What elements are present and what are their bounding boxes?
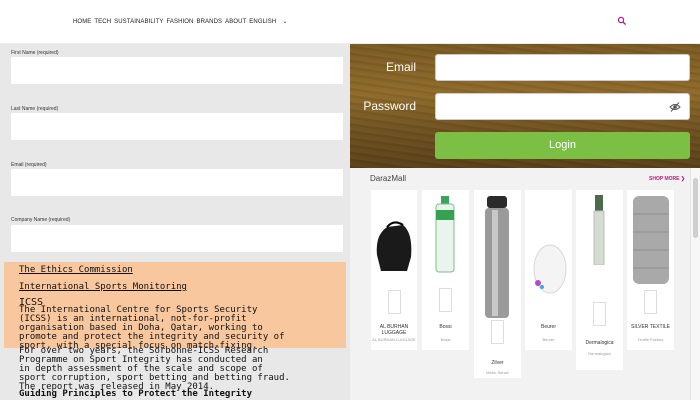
last-name-label: Last Name (required) <box>11 106 59 112</box>
last-name-field[interactable] <box>11 113 343 140</box>
product-card-beurer[interactable]: Beurer Beurer <box>525 190 572 350</box>
login-password-label: Password <box>363 99 416 113</box>
nav-item-brands[interactable]: BRANDS <box>197 19 223 25</box>
product-subtitle: Metro Sense <box>486 370 509 375</box>
icss-paragraph: The International Centre for Sports Secu… <box>19 305 285 351</box>
product-name: AL BURHAN LUGGAGE <box>379 324 409 336</box>
eye-slash-icon[interactable] <box>669 101 681 113</box>
nav-item-home[interactable]: HOME <box>73 19 91 25</box>
product-name: Bossi <box>439 324 452 330</box>
search-icon[interactable] <box>617 16 627 26</box>
product-name: Zilver <box>491 360 504 366</box>
chevron-down-icon[interactable]: ⌄ <box>282 18 287 25</box>
nav-item-english[interactable]: ENGLISH <box>249 19 276 25</box>
login-email-field[interactable] <box>435 54 690 81</box>
company-name-label: Company Name (required) <box>11 217 71 223</box>
ethics-commission-link[interactable]: The Ethics Commission <box>19 265 133 275</box>
product-card-bossi[interactable]: Bossi Bossi <box>422 190 469 350</box>
brand-logo <box>644 290 657 314</box>
brand-logo <box>439 288 452 312</box>
product-subtitle: Textile Factory <box>637 337 664 342</box>
serum-tube-image <box>593 195 605 265</box>
top-navigation: HOME TECH SUSTAINABILITY FASHION BRANDS … <box>0 0 700 44</box>
scroll-thumb[interactable] <box>693 178 698 238</box>
scrollbar[interactable] <box>690 168 700 400</box>
nav-item-sustainability[interactable]: SUSTAINABILITY <box>114 19 163 25</box>
first-name-field[interactable] <box>11 57 343 84</box>
login-button[interactable]: Login <box>435 132 690 159</box>
shop-more-link[interactable]: SHOP MORE ❯ <box>649 176 685 182</box>
login-email-label: Email <box>385 60 416 74</box>
first-name-label: First Name (required) <box>11 50 59 56</box>
product-card-zilver[interactable]: Zilver Metro Sense <box>474 190 521 378</box>
towels-image <box>633 196 669 284</box>
water-bottle-image <box>435 196 455 273</box>
product-card-al-burhan[interactable]: AL BURHAN LUGGAGE AL BURHAN LUGGAGE <box>371 190 417 350</box>
email-field[interactable] <box>11 169 343 196</box>
device-image <box>533 244 567 294</box>
brand-logo <box>491 320 504 344</box>
brand-logo <box>388 290 401 314</box>
product-card-silver-textile[interactable]: SILVER TEXTILE Textile Factory <box>627 190 674 350</box>
flask-image <box>485 196 509 318</box>
product-subtitle: Dermalogica <box>588 351 611 356</box>
page: HOME TECH SUSTAINABILITY FASHION BRANDS … <box>0 0 700 400</box>
guiding-principles-heading: Guiding Principles to Protect the Integr… <box>19 389 252 399</box>
product-name: Dermalogica <box>585 340 614 346</box>
login-password-field[interactable] <box>435 93 690 120</box>
product-name: Beurer <box>540 324 556 330</box>
product-subtitle: Beurer <box>542 337 555 342</box>
sports-monitoring-link[interactable]: International Sports Monitoring <box>19 282 187 292</box>
nav-item-fashion[interactable]: FASHION <box>166 19 193 25</box>
research-paragraph: For over two years, the Sorbonne-ICSS Re… <box>19 346 290 392</box>
product-name: SILVER TEXTILE <box>631 324 670 330</box>
nav-menu: HOME TECH SUSTAINABILITY FASHION BRANDS … <box>73 18 287 26</box>
nav-item-about[interactable]: ABOUT <box>225 19 246 25</box>
brand-logo <box>593 302 606 326</box>
luggage-image <box>376 221 412 271</box>
product-card-dermalogica[interactable]: Dermalogica Dermalogica <box>576 190 623 370</box>
product-subtitle: AL BURHAN LUGGAGE <box>372 337 416 342</box>
company-name-field[interactable] <box>11 225 343 252</box>
nav-item-tech[interactable]: TECH <box>94 19 111 25</box>
email-label: Email (required) <box>11 162 47 168</box>
product-subtitle: Bossi <box>440 337 451 342</box>
mall-title: DarazMall <box>370 174 407 183</box>
